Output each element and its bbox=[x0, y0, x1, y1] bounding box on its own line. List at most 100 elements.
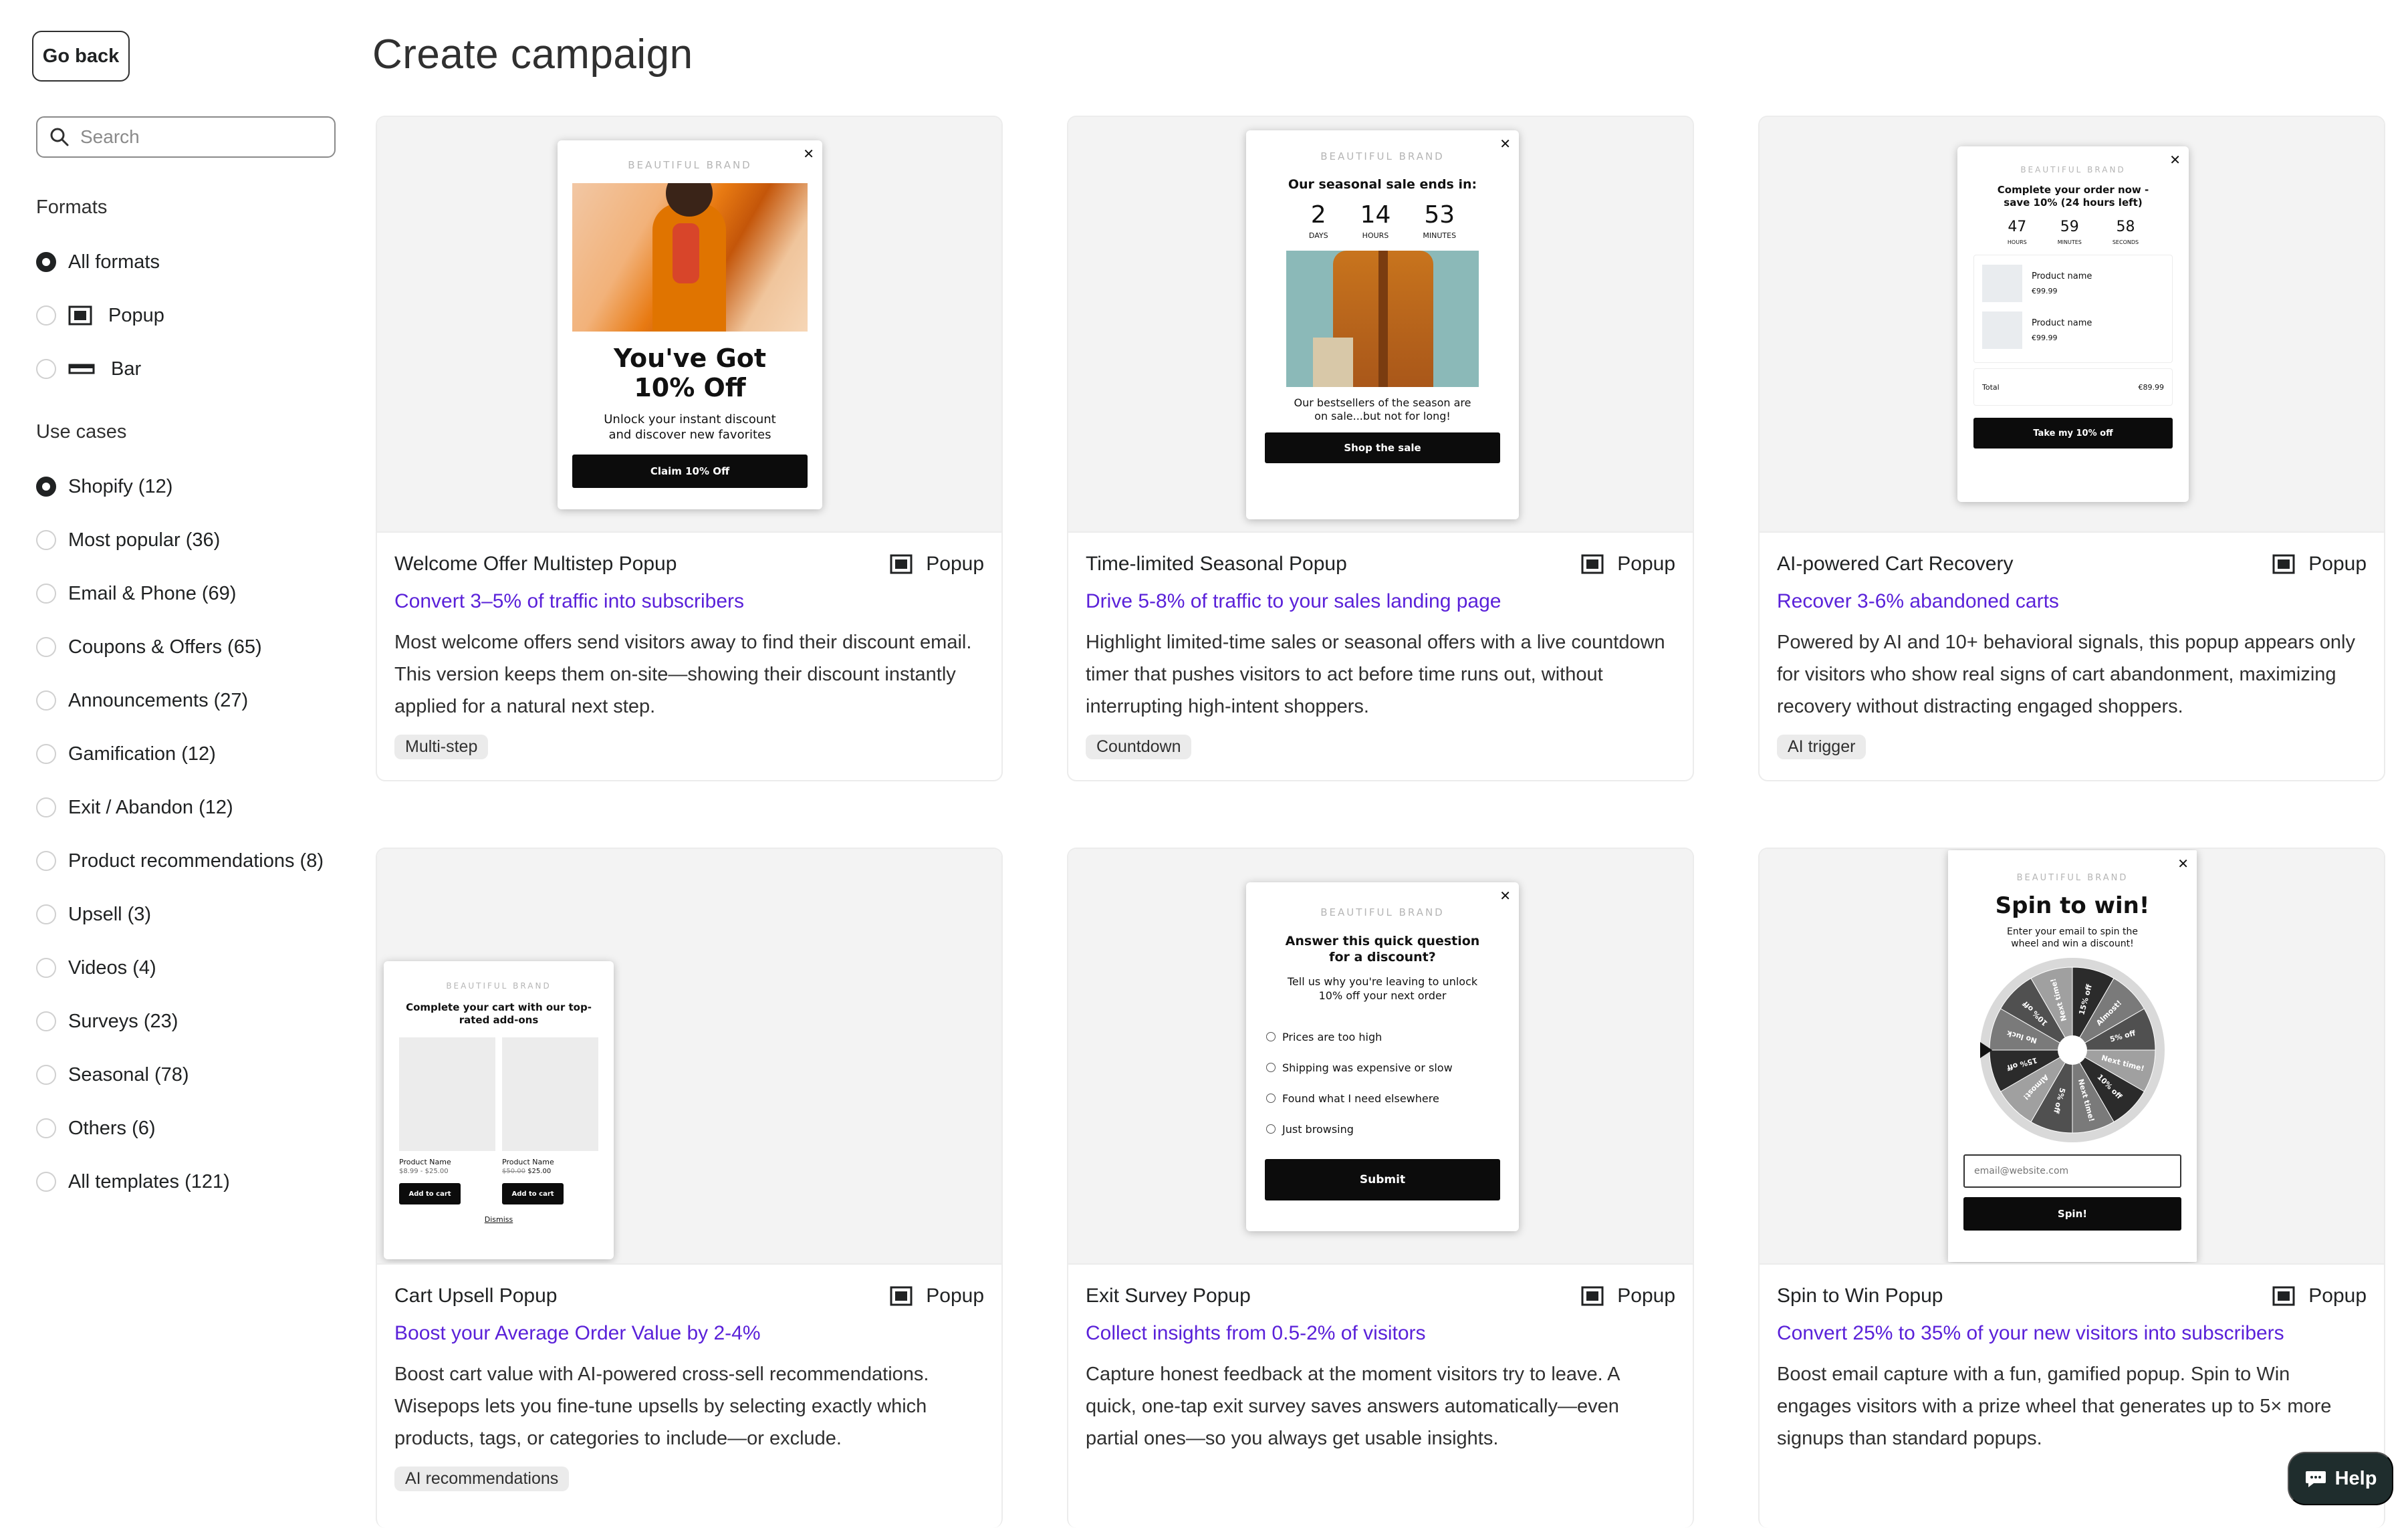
popup-icon bbox=[890, 554, 913, 574]
use-case-option[interactable]: Shopify (12) bbox=[36, 473, 172, 500]
popup-icon bbox=[68, 305, 92, 326]
radio-icon[interactable] bbox=[36, 904, 56, 924]
timer-value: 53 bbox=[1424, 201, 1455, 229]
card-subtitle: Boost your Average Order Value by 2-4% bbox=[394, 1322, 761, 1344]
search-input[interactable] bbox=[80, 126, 308, 148]
preview-brand: BEAUTIFUL BRAND bbox=[2020, 165, 2126, 174]
preview-image bbox=[572, 183, 808, 332]
timer-value: 2 bbox=[1310, 201, 1326, 229]
template-card[interactable]: ✕ BEAUTIFUL BRAND Our seasonal sale ends… bbox=[1067, 116, 1694, 781]
radio-icon[interactable] bbox=[36, 637, 56, 657]
go-back-button[interactable]: Go back bbox=[32, 31, 130, 82]
use-case-option[interactable]: All templates (121) bbox=[36, 1168, 230, 1195]
survey-option-label: Found what I need elsewhere bbox=[1282, 1092, 1439, 1105]
format-option-bar[interactable]: Bar bbox=[36, 356, 141, 382]
timer-value: 14 bbox=[1360, 201, 1391, 229]
use-case-label: Upsell (3) bbox=[68, 903, 152, 925]
preview-headline: Our seasonal sale ends in: bbox=[1288, 177, 1477, 192]
template-preview[interactable]: ✕ BEAUTIFUL BRAND Answer this quick ques… bbox=[1068, 849, 1693, 1265]
survey-option-label: Shipping was expensive or slow bbox=[1282, 1061, 1453, 1074]
template-card[interactable]: ✕ BEAUTIFUL BRAND Spin to win! Enter you… bbox=[1758, 848, 2385, 1528]
template-preview[interactable]: BEAUTIFUL BRAND Complete your cart with … bbox=[377, 849, 1001, 1265]
timer-unit: MINUTES bbox=[1423, 231, 1457, 240]
card-subtitle: Collect insights from 0.5-2% of visitors bbox=[1086, 1322, 1426, 1344]
card-description: Highlight limited-time sales or seasonal… bbox=[1086, 632, 1665, 717]
cart-item: Product name €99.99 bbox=[1982, 265, 2164, 302]
use-case-label: Coupons & Offers (65) bbox=[68, 636, 262, 658]
preview-headline: Complete your order now - save 10% (24 h… bbox=[1997, 184, 2149, 209]
preview-text: Enter your email to spin the wheel and w… bbox=[2007, 926, 2138, 949]
card-description: Boost email capture with a fun, gamified… bbox=[1777, 1364, 2332, 1449]
use-case-option[interactable]: Gamification (12) bbox=[36, 741, 216, 767]
preview-brand: BEAUTIFUL BRAND bbox=[2016, 873, 2129, 883]
survey-option-label: Just browsing bbox=[1282, 1122, 1354, 1136]
card-title: Time-limited Seasonal Popup bbox=[1086, 553, 1347, 575]
card-type: Popup bbox=[890, 553, 984, 576]
card-title: Welcome Offer Multistep Popup bbox=[394, 553, 677, 575]
total-label: Total bbox=[1982, 382, 2000, 392]
radio-icon[interactable] bbox=[36, 1172, 56, 1192]
template-card[interactable]: BEAUTIFUL BRAND Complete your cart with … bbox=[376, 848, 1003, 1528]
radio-icon[interactable] bbox=[36, 305, 56, 326]
radio-icon[interactable] bbox=[36, 797, 56, 817]
use-case-label: Most popular (36) bbox=[68, 529, 221, 551]
use-case-label: Product recommendations (8) bbox=[68, 850, 324, 872]
template-preview[interactable]: ✕ BEAUTIFUL BRAND Our seasonal sale ends… bbox=[1068, 117, 1693, 533]
radio-icon[interactable] bbox=[36, 1011, 56, 1031]
card-description: Boost cart value with AI-powered cross-s… bbox=[394, 1364, 929, 1449]
search-box[interactable] bbox=[36, 116, 336, 158]
use-case-option[interactable]: Others (6) bbox=[36, 1115, 156, 1142]
radio-icon[interactable] bbox=[36, 359, 56, 379]
use-case-option[interactable]: Videos (4) bbox=[36, 954, 156, 981]
use-case-option[interactable]: Surveys (23) bbox=[36, 1008, 178, 1035]
preview-cta-button: Shop the sale bbox=[1265, 432, 1500, 463]
use-case-option[interactable]: Upsell (3) bbox=[36, 901, 151, 928]
use-case-label: Seasonal (78) bbox=[68, 1063, 189, 1086]
preview-brand: BEAUTIFUL BRAND bbox=[628, 159, 752, 171]
use-case-option[interactable]: Announcements (27) bbox=[36, 687, 248, 714]
popup-preview: ✕ BEAUTIFUL BRAND Answer this quick ques… bbox=[1246, 882, 1519, 1231]
format-option-label: Bar bbox=[111, 358, 142, 380]
use-case-label: Email & Phone (69) bbox=[68, 582, 237, 604]
product-name: Product Name bbox=[399, 1158, 451, 1166]
template-card[interactable]: ✕ BEAUTIFUL BRAND Answer this quick ques… bbox=[1067, 848, 1694, 1528]
template-preview[interactable]: ✕ BEAUTIFUL BRAND Spin to win! Enter you… bbox=[1760, 849, 2384, 1265]
use-case-option[interactable]: Seasonal (78) bbox=[36, 1061, 189, 1088]
use-case-option[interactable]: Most popular (36) bbox=[36, 527, 220, 553]
radio-icon[interactable] bbox=[36, 1118, 56, 1138]
template-preview[interactable]: ✕ BEAUTIFUL BRAND Complete your order no… bbox=[1760, 117, 2384, 533]
card-type-label: Popup bbox=[1617, 553, 1675, 575]
template-card[interactable]: ✕ BEAUTIFUL BRAND Complete your order no… bbox=[1758, 116, 2385, 781]
use-case-option[interactable]: Exit / Abandon (12) bbox=[36, 794, 233, 821]
radio-icon[interactable] bbox=[36, 584, 56, 604]
template-preview[interactable]: ✕ BEAUTIFUL BRAND You've Got 10% Off Unl… bbox=[377, 117, 1001, 533]
product-tile: Product Name $50.00 $25.00 Add to cart bbox=[502, 1037, 598, 1204]
radio-icon[interactable] bbox=[36, 530, 56, 550]
card-type-label: Popup bbox=[926, 553, 984, 575]
search-icon bbox=[50, 128, 69, 146]
card-title: AI-powered Cart Recovery bbox=[1777, 553, 2014, 575]
format-option-all[interactable]: All formats bbox=[36, 249, 160, 275]
radio-selected-icon[interactable] bbox=[36, 477, 56, 497]
use-case-option[interactable]: Email & Phone (69) bbox=[36, 580, 236, 607]
preview-brand: BEAUTIFUL BRAND bbox=[446, 981, 552, 991]
use-case-option[interactable]: Product recommendations (8) bbox=[36, 848, 324, 874]
help-button[interactable]: Help bbox=[2288, 1452, 2393, 1505]
card-subtitle: Convert 25% to 35% of your new visitors … bbox=[1777, 1322, 2284, 1344]
radio-selected-icon[interactable] bbox=[36, 252, 56, 272]
template-card[interactable]: ✕ BEAUTIFUL BRAND You've Got 10% Off Unl… bbox=[376, 116, 1003, 781]
product-old-price: $50.00 bbox=[502, 1168, 525, 1175]
use-case-label: Shopify (12) bbox=[68, 475, 173, 497]
card-description: Capture honest feedback at the moment vi… bbox=[1086, 1364, 1619, 1449]
popup-preview: ✕ BEAUTIFUL BRAND Our seasonal sale ends… bbox=[1246, 130, 1519, 519]
card-type: Popup bbox=[890, 1285, 984, 1307]
use-case-option[interactable]: Coupons & Offers (65) bbox=[36, 634, 262, 660]
total-value: €89.99 bbox=[2138, 382, 2165, 392]
radio-icon[interactable] bbox=[36, 690, 56, 711]
product-name: Product name bbox=[2032, 318, 2092, 328]
radio-icon[interactable] bbox=[36, 744, 56, 764]
radio-icon[interactable] bbox=[36, 958, 56, 978]
format-option-popup[interactable]: Popup bbox=[36, 302, 164, 329]
radio-icon[interactable] bbox=[36, 851, 56, 871]
radio-icon[interactable] bbox=[36, 1065, 56, 1085]
